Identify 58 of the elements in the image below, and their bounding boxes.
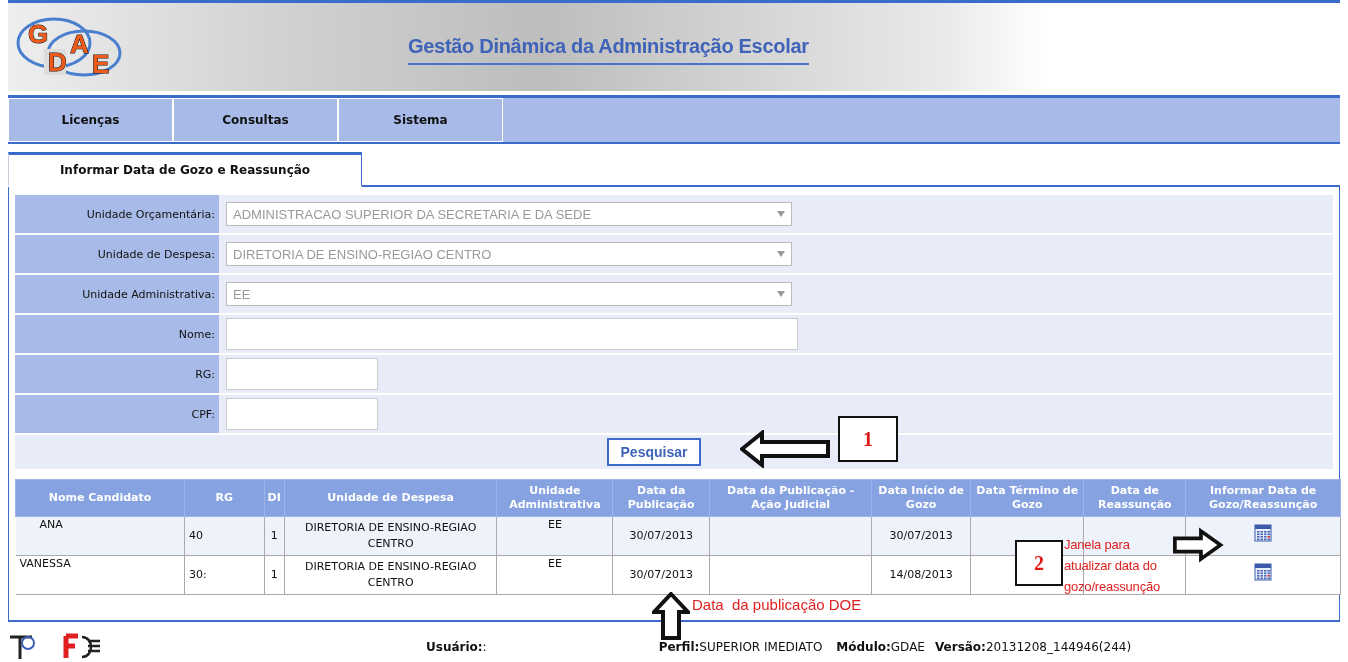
input-field[interactable]: [226, 318, 798, 350]
app-title: Gestão Dinâmica da Administração Escolar: [408, 35, 809, 65]
field-label: Nome:: [15, 315, 219, 353]
table-cell-text: 30/07/2013: [889, 528, 953, 542]
input-field[interactable]: [226, 398, 378, 430]
table-cell-text: 14/08/2013: [889, 567, 953, 581]
input-field[interactable]: [226, 358, 378, 390]
table-cell-text: 30/07/2013: [629, 528, 693, 542]
callout-number: 2: [1015, 540, 1063, 586]
column-header: Unidade Administrativa: [497, 479, 613, 517]
dropdown-caret-icon: [777, 291, 785, 297]
column-header: Data da Publicação: [612, 479, 710, 517]
tab[interactable]: Informar Data de Gozo e Reassunção: [8, 152, 362, 187]
column-header: Data Início de Gozo: [871, 479, 971, 517]
column-header: Data da Publicação - Ação Judicial: [709, 479, 872, 517]
table-cell-text: EE: [547, 557, 562, 570]
column-header: RG: [184, 479, 265, 517]
menu-item[interactable]: Consultas: [173, 98, 338, 142]
dropdown-caret-icon: [777, 251, 785, 257]
field-label: Unidade Administrativa:: [15, 275, 219, 313]
field-label: RG:: [15, 355, 219, 393]
annotation-note: Janela para atualizar data do gozo/reassunção: [1064, 536, 1161, 596]
footer-label: Perfil:: [658, 640, 700, 654]
footer-label: Módulo:: [836, 640, 891, 654]
column-header: DI: [264, 479, 285, 517]
footer-value: GDAE: [890, 640, 925, 654]
calendar-icon[interactable]: [1254, 563, 1273, 582]
column-header: Data Término de Gozo: [970, 479, 1084, 517]
footer-value: SUPERIOR IMEDIATO: [699, 640, 823, 654]
table-cell-text: VANESSA: [19, 557, 71, 570]
table-cell-text: DIRETORIA DE ENSINO-REGIAO CENTRO: [304, 559, 477, 589]
logo: G D A E: [14, 9, 124, 85]
column-header: Informar Data de Gozo/Reassunção: [1185, 479, 1341, 517]
field-label: CPF:: [15, 395, 219, 433]
calendar-icon[interactable]: [1254, 524, 1273, 543]
search-button[interactable]: Pesquisar: [606, 438, 702, 466]
column-header: Nome Candidato: [15, 479, 185, 517]
column-header: Unidade de Despesa: [284, 479, 497, 517]
menu-item[interactable]: Sistema: [338, 98, 503, 142]
table-cell-text: ANA: [38, 518, 63, 531]
field-label: Unidade de Despesa:: [15, 235, 219, 273]
footer-label: Versão:: [934, 640, 986, 654]
footer-value: 20131208_144946(244): [985, 640, 1132, 654]
annotation-note: Data da publicação DOE: [692, 595, 862, 615]
table-cell-text: 30:: [189, 567, 207, 581]
footer-value: :: [482, 640, 487, 654]
table-cell-text: 1: [270, 567, 278, 581]
table-cell-text: 40: [189, 528, 204, 542]
menu-item[interactable]: Licenças: [8, 98, 173, 142]
table-cell-text: 1: [270, 528, 278, 542]
footer-label: Usuário:: [426, 640, 483, 654]
table-cell-text: EE: [547, 518, 562, 531]
table-cell-text: DIRETORIA DE ENSINO-REGIAO CENTRO: [304, 520, 477, 550]
column-header: Data de Reassunção: [1084, 479, 1186, 517]
table-cell-text: 30/07/2013: [629, 567, 693, 581]
callout-number: 1: [838, 416, 898, 462]
field-label: Unidade Orçamentária:: [15, 195, 219, 233]
dropdown-caret-icon: [777, 211, 785, 217]
